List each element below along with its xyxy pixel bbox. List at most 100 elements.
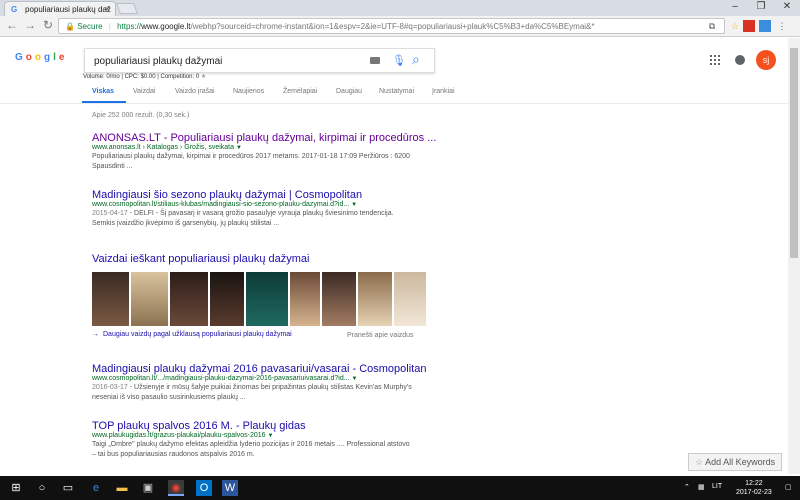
scrollbar-thumb[interactable] bbox=[790, 48, 798, 258]
close-tab-icon[interactable]: × bbox=[105, 4, 110, 14]
file-explorer-icon[interactable]: ▬ bbox=[114, 480, 130, 496]
active-tab-indicator bbox=[82, 101, 126, 103]
browser-tab[interactable]: G populiariausi plaukų daž × bbox=[4, 1, 116, 16]
result-url: www.anonsas.lt › Katalogas › Grožis, sve… bbox=[92, 144, 235, 151]
keyword-stats-bar: Volume: 0/mo | CPC: $0.00 | Competition:… bbox=[83, 73, 206, 80]
image-thumbnail[interactable] bbox=[170, 272, 208, 326]
windows-taskbar: ⊞ ○ ▭ e ▬ ▣ ◉ O W ⌃ ▦ LIT 12:22 2017-02-… bbox=[0, 476, 800, 500]
more-images-link[interactable]: → Daugiau vaizdų pagal užklausą populiari… bbox=[92, 331, 292, 338]
url-path: /webhp?sourceid=chrome-instant&ion=1&esp… bbox=[190, 22, 595, 31]
tab-images[interactable]: Vaizdai bbox=[133, 88, 155, 95]
search-result: TOP plaukų spalvos 2016 M. - Plaukų gida… bbox=[92, 420, 412, 460]
keyword-stats-text: Volume: 0/mo | CPC: $0.00 | Competition:… bbox=[83, 74, 200, 80]
tab-tools[interactable]: Įrankiai bbox=[432, 88, 455, 95]
task-view-icon[interactable]: ▭ bbox=[60, 480, 76, 496]
image-thumbnail[interactable] bbox=[246, 272, 288, 326]
tab-title: populiariausi plaukų daž bbox=[25, 5, 111, 14]
result-snippet: - DELFI - Šį pavasarį ir vasarą grožio p… bbox=[92, 210, 394, 227]
extension-blue-icon[interactable] bbox=[759, 20, 771, 32]
window-close-icon[interactable]: ✕ bbox=[774, 0, 800, 14]
result-date: 2016-03-17 bbox=[92, 384, 128, 391]
translate-icon[interactable]: ⧉ bbox=[706, 20, 718, 32]
tab-maps[interactable]: Žemėlapiai bbox=[283, 88, 317, 95]
keyboard-icon[interactable] bbox=[370, 57, 380, 64]
tab-videos[interactable]: Vaizdo įrašai bbox=[175, 88, 215, 95]
word-icon[interactable]: W bbox=[222, 480, 238, 496]
caret-down-icon[interactable]: ▼ bbox=[352, 376, 358, 382]
image-thumbnail[interactable] bbox=[394, 272, 426, 326]
star-icon[interactable]: ★ bbox=[201, 74, 206, 80]
result-date: 2015-04-17 bbox=[92, 210, 128, 217]
browser-tabbar: G populiariausi plaukų daž × – ❐ ✕ bbox=[0, 0, 800, 16]
minimize-icon[interactable]: – bbox=[722, 0, 748, 14]
apps-grid-icon[interactable] bbox=[710, 55, 720, 65]
extension-red-icon[interactable] bbox=[743, 20, 755, 32]
forward-arrow-icon[interactable]: → bbox=[22, 18, 38, 32]
star-icon: ☆ bbox=[695, 457, 704, 467]
image-thumbnail[interactable] bbox=[358, 272, 392, 326]
search-icon[interactable]: ⌕ bbox=[412, 51, 420, 68]
store-icon[interactable]: ▣ bbox=[140, 480, 156, 496]
clock-time: 12:22 bbox=[745, 480, 763, 487]
tray-up-arrow-icon[interactable]: ⌃ bbox=[684, 483, 690, 491]
image-thumbnail[interactable] bbox=[322, 272, 356, 326]
browser-toolbar: ← → ↻ 🔒 Secure | https://www.google.lt/w… bbox=[0, 16, 800, 37]
search-tabs: Viskas Vaizdai Vaizdo įrašai Naujienos Ž… bbox=[0, 82, 800, 104]
page-scrollbar[interactable] bbox=[788, 38, 800, 474]
image-thumbnail[interactable] bbox=[131, 272, 168, 326]
avatar[interactable]: sj bbox=[756, 50, 776, 70]
result-url: www.cosmopolitan.lt/.../madingiausi-plau… bbox=[92, 375, 350, 382]
menu-icon[interactable]: ⋮ bbox=[776, 20, 788, 32]
reload-icon[interactable]: ↻ bbox=[40, 18, 56, 32]
language-indicator[interactable]: LIT bbox=[712, 483, 722, 490]
result-title-link[interactable]: ANONSAS.LT - Populiariausi plaukų dažyma… bbox=[92, 132, 436, 144]
notification-center-icon[interactable]: ▢ bbox=[785, 483, 792, 491]
bookmark-star-icon[interactable]: ☆ bbox=[729, 20, 741, 32]
result-url: www.plaukugidas.lt/grazus-plaukai/plauku… bbox=[92, 432, 266, 439]
maximize-icon[interactable]: ❐ bbox=[748, 0, 774, 14]
result-title-link[interactable]: Madingiausi plaukų dažymai 2016 pavasari… bbox=[92, 363, 426, 375]
clock[interactable]: 12:22 2017-02-23 bbox=[736, 479, 772, 497]
outlook-icon[interactable]: O bbox=[196, 480, 212, 496]
windows-start-icon[interactable]: ⊞ bbox=[8, 480, 24, 496]
image-thumbnail[interactable] bbox=[92, 272, 129, 326]
result-snippet: - Užsienyje ir mūsų šalyje puikiai žinom… bbox=[92, 384, 412, 401]
url-scheme: https:// bbox=[117, 22, 142, 31]
result-snippet: Taigi „Ombre" plaukų dažymo efektas aple… bbox=[92, 441, 410, 458]
search-result: Madingiausi šio sezono plaukų dažymai | … bbox=[92, 189, 412, 229]
search-result: ANONSAS.LT - Populiariausi plaukų dažyma… bbox=[92, 132, 436, 172]
search-input[interactable]: populiariausi plaukų dažymai bbox=[84, 48, 435, 73]
notifications-icon[interactable] bbox=[735, 55, 745, 65]
add-all-keywords-label: Add All Keywords bbox=[705, 457, 776, 467]
chrome-icon[interactable]: ◉ bbox=[168, 480, 184, 496]
search-taskbar-icon[interactable]: ○ bbox=[34, 480, 50, 496]
tab-all[interactable]: Viskas bbox=[92, 88, 114, 95]
result-stats: Apie 252 000 rezult. (0,30 sek.) bbox=[92, 112, 190, 119]
images-pack-title[interactable]: Vaizdai ieškant populiariausi plaukų daž… bbox=[92, 253, 309, 265]
arrow-right-icon: → bbox=[92, 331, 99, 338]
tab-more[interactable]: Daugiau bbox=[336, 88, 362, 95]
image-thumbnail[interactable] bbox=[290, 272, 320, 326]
search-result: Madingiausi plaukų dažymai 2016 pavasari… bbox=[92, 363, 426, 403]
result-title-link[interactable]: Madingiausi šio sezono plaukų dažymai | … bbox=[92, 189, 412, 201]
tab-settings[interactable]: Nustatymai bbox=[379, 88, 414, 95]
microphone-icon[interactable]: 🎙 bbox=[392, 54, 406, 67]
clock-date: 2017-02-23 bbox=[736, 489, 772, 496]
new-tab-button[interactable] bbox=[115, 3, 139, 14]
edge-icon[interactable]: e bbox=[88, 480, 104, 496]
network-icon[interactable]: ▦ bbox=[698, 483, 705, 491]
image-thumbnail[interactable] bbox=[210, 272, 244, 326]
back-arrow-icon[interactable]: ← bbox=[4, 18, 20, 32]
result-snippet: Populiariausi plaukų dažymai, kirpimai i… bbox=[92, 153, 410, 170]
more-images-label: Daugiau vaizdų pagal užklausą populiaria… bbox=[103, 331, 292, 338]
add-all-keywords-button[interactable]: ☆ Add All Keywords bbox=[688, 453, 782, 471]
caret-down-icon[interactable]: ▼ bbox=[236, 145, 242, 151]
tab-news[interactable]: Naujienos bbox=[233, 88, 264, 95]
result-title-link[interactable]: TOP plaukų spalvos 2016 M. - Plaukų gida… bbox=[92, 420, 412, 432]
caret-down-icon[interactable]: ▼ bbox=[268, 433, 274, 439]
report-images-link[interactable]: Pranešti apie vaizdus bbox=[347, 332, 414, 339]
secure-label: Secure bbox=[77, 22, 103, 31]
caret-down-icon[interactable]: ▼ bbox=[351, 202, 357, 208]
google-logo[interactable]: Google bbox=[15, 52, 67, 63]
address-bar[interactable]: 🔒 Secure | https://www.google.lt/webhp?s… bbox=[58, 18, 725, 34]
